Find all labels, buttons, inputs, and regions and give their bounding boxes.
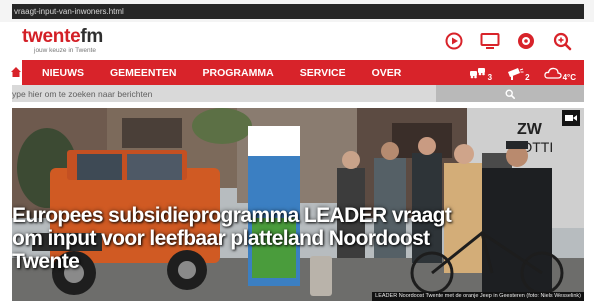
speed-camera-icon <box>508 67 524 80</box>
logo-wordmark: twentefm <box>22 27 103 47</box>
logo-text-red: twente <box>22 26 81 47</box>
speed-camera-widget[interactable]: 2 <box>506 66 530 82</box>
search-bar <box>12 85 584 102</box>
nav-item-over[interactable]: OVER <box>372 67 402 79</box>
browser-url-strip: vraagt-input-van-inwoners.html <box>0 0 594 22</box>
nav-item-nieuws[interactable]: NIEUWS <box>42 67 84 79</box>
header-icon-group <box>444 31 572 51</box>
logo-tagline: jouw keuze in Twente <box>34 47 97 54</box>
temperature: 4°C <box>562 72 576 82</box>
nav-item-service[interactable]: SERVICE <box>300 67 346 79</box>
nav-items: NIEUWS GEMEENTEN PROGRAMMA SERVICE OVER <box>42 60 427 85</box>
cloud-icon <box>543 67 562 79</box>
traffic-weather-widgets: 3 2 4°C <box>469 60 576 85</box>
main-nav: NIEUWS GEMEENTEN PROGRAMMA SERVICE OVER … <box>11 60 584 85</box>
home-tab[interactable] <box>11 60 22 85</box>
search-icon <box>505 88 515 99</box>
video-camera-icon <box>562 110 580 126</box>
speed-camera-count: 2 <box>525 72 530 82</box>
weather-widget[interactable]: 4°C <box>543 66 576 82</box>
nav-item-gemeenten[interactable]: GEMEENTEN <box>110 67 177 79</box>
home-icon <box>11 67 21 77</box>
svg-text:ZW: ZW <box>517 121 543 138</box>
url-text[interactable]: vraagt-input-van-inwoners.html <box>12 4 584 19</box>
traffic-widget[interactable]: 3 <box>469 66 493 82</box>
site-header: twentefm jouw keuze in Twente <box>12 22 584 60</box>
play-icon[interactable] <box>444 31 464 51</box>
search-input[interactable] <box>12 85 436 102</box>
traffic-count: 3 <box>487 72 493 82</box>
hero-article[interactable]: ZW KOTTI Europees subsidieprogramma LEAD… <box>12 108 584 301</box>
logo-text-dark: fm <box>80 26 103 47</box>
record-icon[interactable] <box>516 31 536 51</box>
site-logo[interactable]: twentefm jouw keuze in Twente <box>22 27 103 57</box>
tv-icon[interactable] <box>480 31 500 51</box>
hero-headline[interactable]: Europees subsidieprogramma LEADER vraagt… <box>12 204 452 273</box>
search-icon[interactable] <box>552 31 572 51</box>
photo-caption: LEADER Noordoost Twente met de oranje Je… <box>372 292 584 301</box>
nav-item-programma[interactable]: PROGRAMMA <box>203 67 274 79</box>
traffic-jam-icon <box>469 67 485 78</box>
search-button[interactable] <box>436 85 584 102</box>
